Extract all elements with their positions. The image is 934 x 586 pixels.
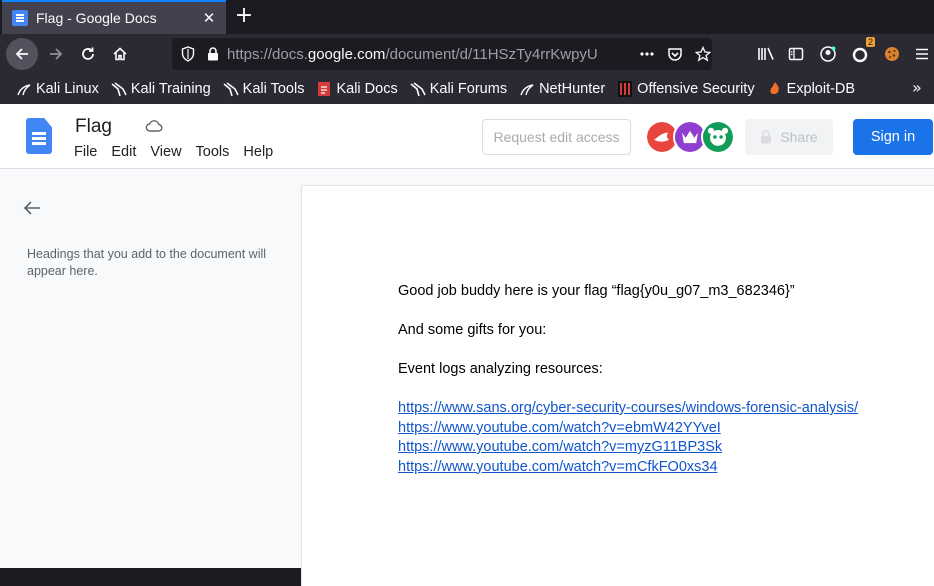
reload-icon [82, 47, 94, 60]
bookmark-label: Exploit-DB [786, 81, 856, 97]
document-gifts-line[interactable]: And some gifts for you: [398, 321, 858, 340]
pocket-icon[interactable] [667, 46, 683, 62]
url-path: /document/d/11HSzTy4rrKwpyU [385, 45, 598, 63]
cookie-icon [885, 47, 899, 61]
anonymous-user-avatar-icon[interactable] [701, 120, 735, 154]
share-button[interactable]: Share [745, 119, 833, 155]
bookmark-kali-tools[interactable]: Kali Tools [223, 81, 305, 97]
url-bar[interactable]: https://docs.google.com/document/d/11HSz… [172, 38, 712, 70]
bookmark-label: Kali Docs [336, 81, 398, 97]
home-icon [113, 47, 127, 61]
kali-dragon-icon [410, 82, 426, 97]
resource-link-youtube-2[interactable]: https://www.youtube.com/watch?v=myzG11BP… [398, 438, 858, 458]
app-menu-button[interactable] [906, 38, 934, 70]
document-body: Good job buddy here is your flag “flag{y… [398, 282, 858, 477]
bookmark-label: Kali Forums [429, 81, 508, 97]
document-page[interactable]: Good job buddy here is your flag “flag{y… [302, 186, 934, 586]
reader-view-button[interactable] [780, 38, 812, 70]
sidebar-icon [788, 47, 804, 61]
google-docs-logo-icon[interactable] [26, 118, 52, 154]
bookmark-label: Kali Linux [36, 81, 99, 97]
bookmark-label: Kali Tools [242, 81, 305, 97]
bookmark-kali-docs[interactable]: Kali Docs [316, 81, 398, 97]
extension-ring-icon [852, 47, 868, 63]
outline-empty-hint: Headings that you add to the document wi… [27, 247, 267, 278]
google-docs-favicon-icon [12, 10, 28, 26]
new-tab-button[interactable]: + [234, 5, 254, 27]
reload-button[interactable] [72, 38, 104, 70]
page-actions-icon[interactable] [639, 46, 655, 62]
bookmark-nethunter[interactable]: NetHunter [519, 81, 605, 97]
arrow-left-icon [15, 48, 28, 60]
url-text[interactable]: https://docs.google.com/document/d/11HSz… [227, 46, 615, 63]
cookie-extension-button[interactable] [876, 38, 908, 70]
offsec-icon [618, 81, 633, 97]
docs-workspace: Headings that you add to the document wi… [0, 169, 934, 586]
bookmark-label: Kali Training [130, 81, 211, 97]
resource-link-sans[interactable]: https://www.sans.org/cyber-security-cour… [398, 399, 858, 419]
arrow-right-icon [50, 48, 63, 60]
menu-view[interactable]: View [150, 144, 181, 160]
tab-strip: Flag - Google Docs ✕ + [0, 0, 934, 34]
request-edit-access-button[interactable]: Request edit access [482, 119, 631, 155]
url-prefix: https://docs. [227, 45, 308, 63]
account-icon [820, 46, 836, 62]
kali-dragon-icon [111, 82, 127, 97]
bookmark-kali-forums[interactable]: Kali Forums [410, 81, 507, 97]
bookmark-label: NetHunter [539, 81, 606, 97]
bookmarks-overflow-button[interactable]: » [912, 78, 922, 97]
docs-header: Flag File Edit View Tools Help Request e… [0, 104, 934, 169]
back-button[interactable] [6, 38, 38, 70]
kali-docs-icon [318, 82, 331, 96]
kali-dragon-icon [223, 82, 239, 97]
menu-tools[interactable]: Tools [196, 144, 230, 160]
tab-title: Flag - Google Docs [36, 10, 157, 26]
tab-active[interactable]: Flag - Google Docs ✕ [2, 0, 226, 34]
menu-help[interactable]: Help [243, 144, 273, 160]
extension-badge: 2 [866, 37, 876, 47]
lock-icon [761, 130, 772, 144]
library-icon [758, 47, 774, 60]
bookmarks-toolbar: Kali Linux Kali Training Kali Tools Kali… [0, 74, 934, 104]
bookmark-label: Offensive Security [637, 81, 755, 97]
kali-dragon-icon [17, 84, 31, 96]
forward-button[interactable] [40, 38, 72, 70]
bookmark-exploit-db[interactable]: Exploit-DB [767, 81, 856, 97]
bookmark-star-icon[interactable] [695, 46, 711, 62]
resource-link-youtube-1[interactable]: https://www.youtube.com/watch?v=ebmW42YY… [398, 419, 858, 439]
exploitdb-icon [769, 82, 779, 95]
tracking-shield-icon[interactable] [181, 46, 195, 62]
close-outline-arrow-icon[interactable] [22, 199, 42, 217]
document-title[interactable]: Flag [75, 116, 112, 138]
document-resources-heading[interactable]: Event logs analyzing resources: [398, 360, 858, 379]
sign-in-button[interactable]: Sign in [853, 119, 933, 155]
bookmark-offensive-security[interactable]: Offensive Security [617, 81, 755, 97]
url-host: google.com [307, 45, 386, 63]
bookmark-kali-training[interactable]: Kali Training [111, 81, 211, 97]
menu-bar: File Edit View Tools Help [74, 144, 287, 160]
tab-close-icon[interactable]: ✕ [200, 9, 218, 27]
nethunter-icon [520, 84, 534, 96]
share-label: Share [780, 129, 818, 145]
navigation-toolbar: https://docs.google.com/document/d/11HSz… [0, 34, 934, 74]
account-button[interactable] [812, 38, 844, 70]
cloud-saved-icon[interactable] [145, 119, 163, 133]
menu-file[interactable]: File [74, 144, 97, 160]
menu-edit[interactable]: Edit [111, 144, 136, 160]
hamburger-menu-icon [916, 48, 928, 60]
document-flag-line[interactable]: Good job buddy here is your flag “flag{y… [398, 282, 858, 301]
lock-icon[interactable] [207, 47, 219, 61]
library-button[interactable] [750, 38, 782, 70]
home-button[interactable] [104, 38, 136, 70]
bookmark-kali-linux[interactable]: Kali Linux [16, 81, 99, 97]
resource-link-youtube-3[interactable]: https://www.youtube.com/watch?v=mCfkFO0x… [398, 458, 858, 478]
